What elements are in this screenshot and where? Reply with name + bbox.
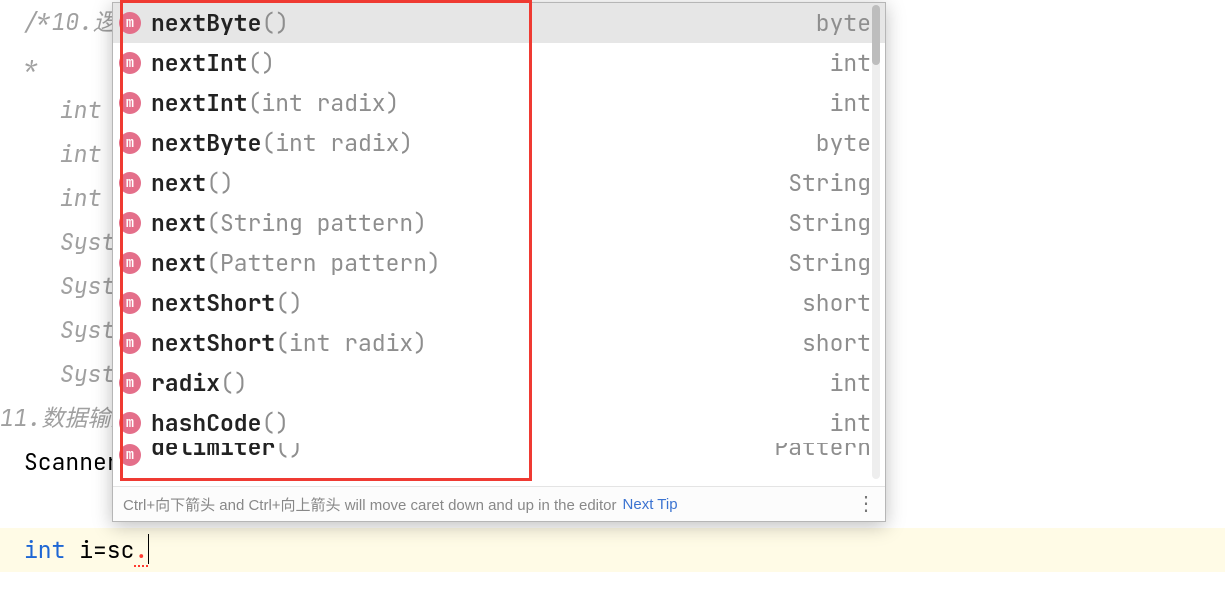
current-line-highlight xyxy=(0,528,1225,572)
method-icon: m xyxy=(119,12,141,34)
return-type: byte xyxy=(816,8,871,38)
method-params: (Pattern pattern) xyxy=(206,248,441,278)
code-text: i=sc xyxy=(65,535,134,565)
method-icon: m xyxy=(119,172,141,194)
method-params: () xyxy=(261,408,289,438)
return-type: int xyxy=(830,408,871,438)
hint-text: Ctrl+向下箭头 and Ctrl+向上箭头 will move caret … xyxy=(123,494,617,515)
method-icon: m xyxy=(119,372,141,394)
autocomplete-item[interactable]: mnext() String xyxy=(113,163,885,203)
autocomplete-item[interactable]: mnext(String pattern) String xyxy=(113,203,885,243)
method-icon: m xyxy=(119,52,141,74)
return-type: byte xyxy=(816,128,871,158)
method-params: () xyxy=(206,168,234,198)
return-type: short xyxy=(802,288,871,318)
method-icon: m xyxy=(119,332,141,354)
method-name: nextShort xyxy=(151,288,275,318)
method-params: () xyxy=(275,288,303,318)
method-icon: m xyxy=(119,252,141,274)
current-code-line: int i=sc. xyxy=(24,528,149,572)
scrollbar-thumb[interactable] xyxy=(872,5,880,65)
method-icon: m xyxy=(119,212,141,234)
autocomplete-popup[interactable]: mnextByte()bytemnextInt()intmnextInt(int… xyxy=(112,2,886,522)
return-type: int xyxy=(830,368,871,398)
more-icon[interactable]: ⋮ xyxy=(856,499,875,509)
return-type: String xyxy=(788,248,871,278)
method-name: nextByte xyxy=(151,128,261,158)
method-params: (int radix) xyxy=(275,328,427,358)
autocomplete-item[interactable]: m nextShort() short xyxy=(113,283,885,323)
method-params: () xyxy=(220,368,248,398)
method-icon: m xyxy=(119,444,141,466)
error-dot: . xyxy=(134,535,148,567)
return-type: int xyxy=(830,88,871,118)
method-icon: m xyxy=(119,92,141,114)
method-name: nextShort xyxy=(151,328,275,358)
method-name: nextInt xyxy=(151,88,248,118)
method-name: next xyxy=(151,208,206,238)
method-icon: m xyxy=(119,132,141,154)
return-type: short xyxy=(802,328,871,358)
autocomplete-item[interactable]: mradix() int xyxy=(113,363,885,403)
return-type: int xyxy=(830,48,871,78)
code-editor[interactable]: /*10.逻 * int i int j int k Syste Syste S… xyxy=(0,0,1225,602)
scrollbar-track xyxy=(872,5,880,479)
method-params: () xyxy=(261,8,289,38)
autocomplete-item[interactable]: m nextInt() int xyxy=(113,43,885,83)
keyword-int: int xyxy=(24,535,65,565)
method-name: next xyxy=(151,248,206,278)
method-name: nextInt xyxy=(151,48,248,78)
autocomplete-hint-bar: Ctrl+向下箭头 and Ctrl+向上箭头 will move caret … xyxy=(113,486,885,521)
method-name: next xyxy=(151,168,206,198)
method-name: radix xyxy=(151,368,220,398)
return-type: String xyxy=(788,168,871,198)
autocomplete-scrollbar[interactable] xyxy=(869,5,883,479)
next-tip-link[interactable]: Next Tip xyxy=(623,496,678,513)
autocomplete-item[interactable]: m nextShort(int radix) short xyxy=(113,323,885,363)
text-caret xyxy=(148,534,149,564)
method-name: delimiter xyxy=(151,443,275,462)
method-params: (String pattern) xyxy=(206,208,427,238)
autocomplete-item[interactable]: mnext(Pattern pattern) String xyxy=(113,243,885,283)
method-icon: m xyxy=(119,412,141,434)
autocomplete-list[interactable]: mnextByte()bytemnextInt()intmnextInt(int… xyxy=(113,3,885,486)
autocomplete-item[interactable]: m hashCode() int xyxy=(113,403,885,443)
autocomplete-item[interactable]: m delimiter() Pattern xyxy=(113,443,885,467)
return-type: Pattern xyxy=(774,443,871,462)
method-icon: m xyxy=(119,292,141,314)
method-params: (int radix) xyxy=(261,128,413,158)
method-name: nextByte xyxy=(151,8,261,38)
method-params: () xyxy=(248,48,276,78)
method-name: hashCode xyxy=(151,408,261,438)
method-params: () xyxy=(275,443,303,462)
method-params: (int radix) xyxy=(248,88,400,118)
autocomplete-item[interactable]: m nextByte(int radix) byte xyxy=(113,123,885,163)
autocomplete-item[interactable]: m nextByte() byte xyxy=(113,3,885,43)
autocomplete-item[interactable]: m nextInt(int radix) int xyxy=(113,83,885,123)
return-type: String xyxy=(788,208,871,238)
